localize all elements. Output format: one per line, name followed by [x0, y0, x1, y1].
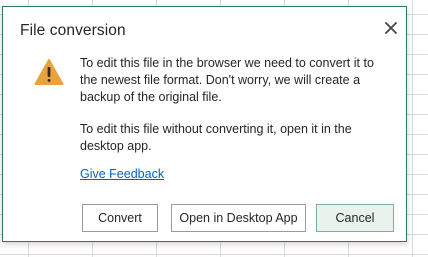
warning-triangle-icon: [34, 58, 64, 86]
cancel-button[interactable]: Cancel: [316, 204, 394, 232]
desktop-app-message: To edit this file without converting it,…: [80, 122, 352, 153]
give-feedback-link[interactable]: Give Feedback: [80, 167, 164, 181]
conversion-message: To edit this file in the browser we need…: [80, 56, 374, 104]
convert-button[interactable]: Convert: [82, 204, 158, 232]
open-in-desktop-app-button[interactable]: Open in Desktop App: [171, 204, 306, 232]
close-icon[interactable]: [382, 19, 400, 37]
dialog-title: File conversion: [20, 22, 126, 39]
file-conversion-dialog: File conversion To edit this file in the…: [2, 6, 407, 242]
